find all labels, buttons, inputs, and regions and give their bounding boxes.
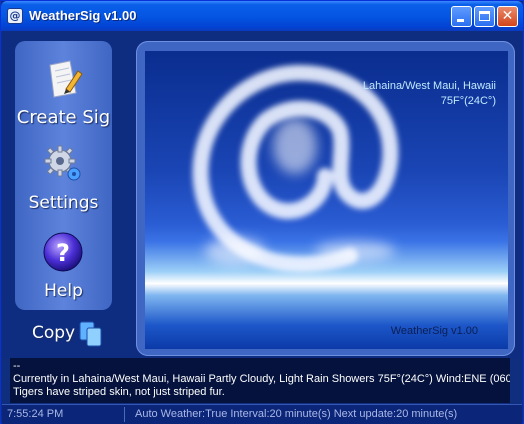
status-auto-weather: Auto Weather:True Interval:20 minute(s) …	[135, 408, 458, 420]
settings-gear-icon	[44, 145, 81, 181]
help-label: Help	[44, 281, 83, 301]
copy-label: Copy	[32, 323, 76, 343]
minimize-icon	[452, 7, 471, 26]
window-title: WeatherSig v1.00	[29, 8, 137, 23]
signature-output-text[interactable]: -- Currently in Lahaina/West Maui, Hawai…	[10, 358, 510, 403]
signature-preview: Lahaina/West Maui, Hawaii 75F°(24C°) Wea…	[145, 51, 508, 349]
preview-watermark: WeatherSig v1.00	[390, 325, 478, 337]
create-sig-icon	[49, 60, 83, 98]
copy-button[interactable]: Copy	[32, 320, 107, 348]
status-divider	[124, 407, 125, 422]
temperature-text: 75F°(24C°)	[440, 95, 496, 107]
signature-preview-frame: Lahaina/West Maui, Hawaii 75F°(24C°) Wea…	[136, 41, 515, 356]
app-icon: @	[7, 8, 23, 24]
status-bar: 7:55:24 PM Auto Weather:True Interval:20…	[2, 404, 522, 424]
settings-button[interactable]: Settings	[15, 139, 112, 219]
close-icon: ✕	[501, 8, 514, 24]
copy-icon	[79, 321, 102, 347]
help-button[interactable]: ? Help	[15, 229, 112, 305]
svg-text:?: ?	[56, 239, 70, 267]
location-text: Lahaina/West Maui, Hawaii	[362, 80, 496, 92]
output-line: --	[13, 360, 21, 372]
sidebar: Create Sig Settings ? Help	[15, 41, 112, 310]
main-content: Create Sig Settings ? Help Copy Lahaina/…	[2, 31, 522, 359]
output-line: Currently in Lahaina/West Maui, Hawaii P…	[13, 373, 510, 385]
location-temperature-overlay: Lahaina/West Maui, Hawaii 75F°(24C°)	[363, 79, 496, 109]
status-time: 7:55:24 PM	[7, 408, 64, 420]
close-button[interactable]: ✕	[497, 6, 518, 27]
minimize-button[interactable]	[451, 6, 472, 27]
output-line: Tigers have striped skin, not just strip…	[13, 386, 225, 398]
maximize-button[interactable]	[474, 6, 495, 27]
help-icon: ?	[43, 232, 83, 272]
app-window: @ WeatherSig v1.00 ✕ Create Sig Settings…	[0, 0, 524, 424]
create-sig-button[interactable]: Create Sig	[15, 55, 112, 135]
create-sig-label: Create Sig	[16, 107, 111, 128]
settings-label: Settings	[28, 193, 99, 213]
title-bar[interactable]: @ WeatherSig v1.00 ✕	[1, 1, 523, 31]
maximize-icon	[475, 7, 494, 26]
